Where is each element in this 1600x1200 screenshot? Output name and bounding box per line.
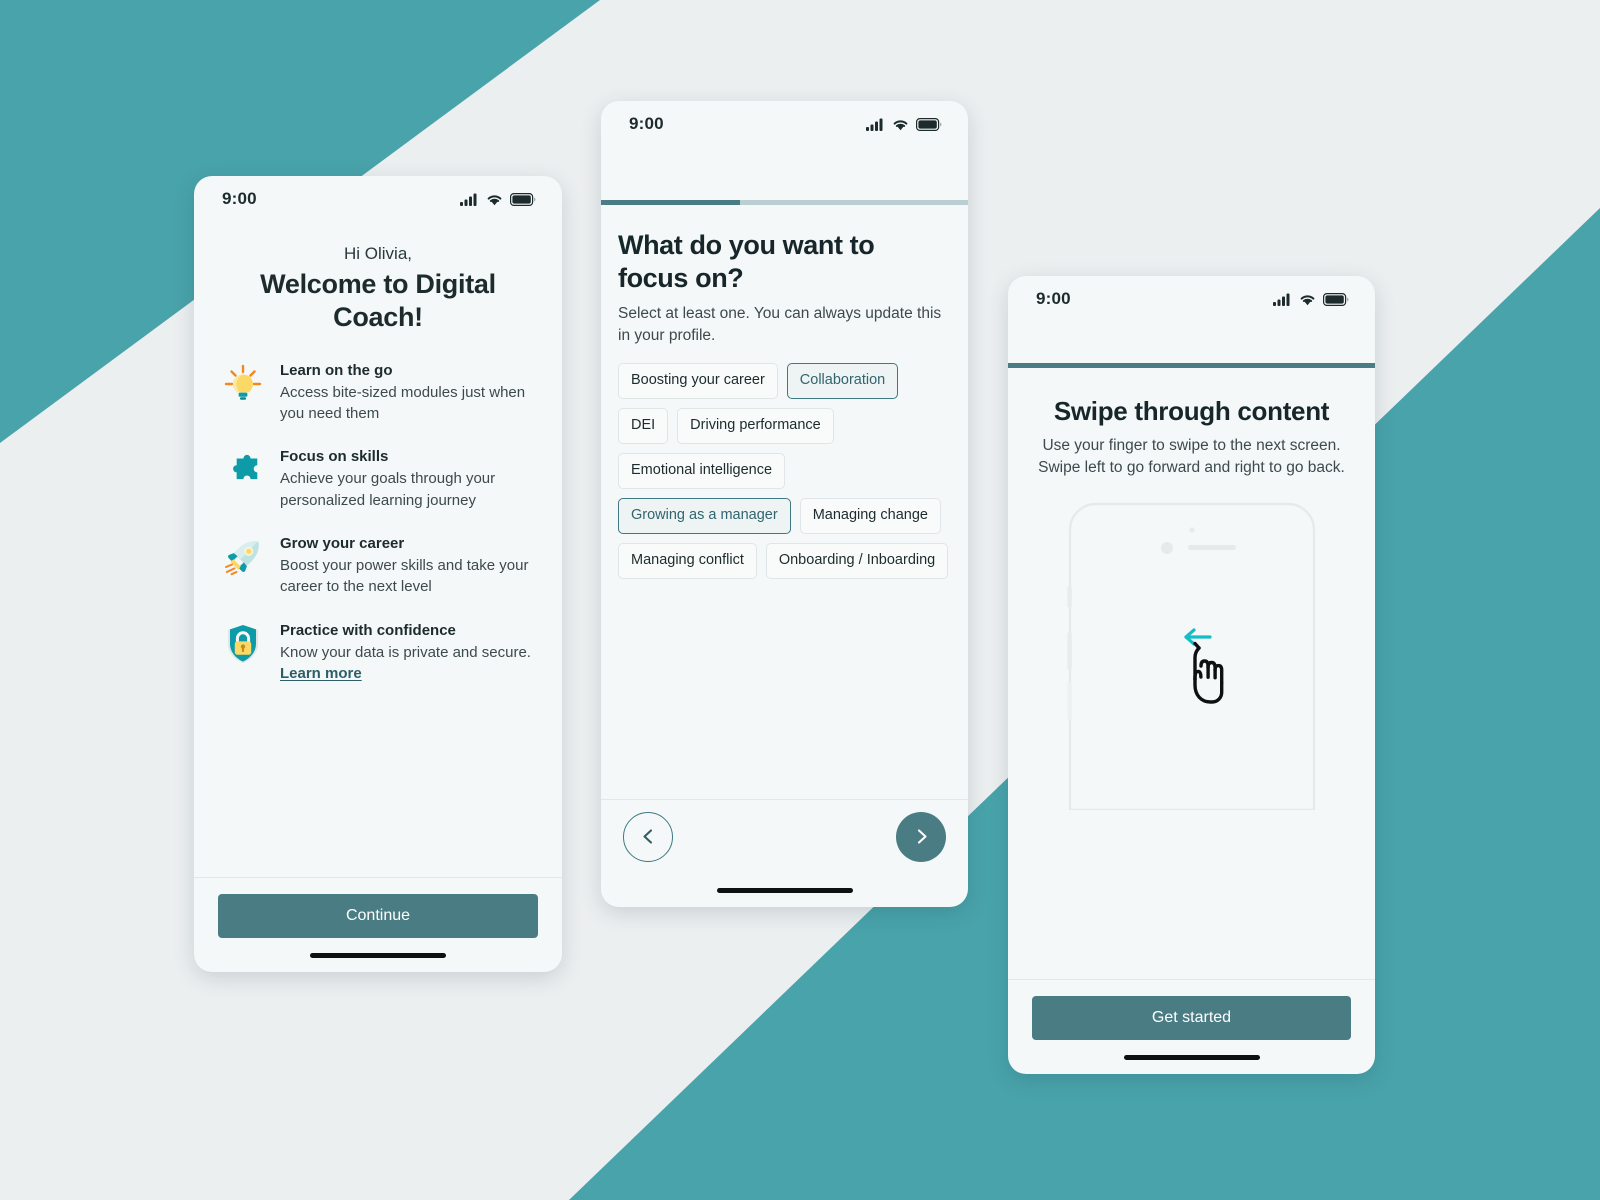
welcome-footer: Continue (194, 877, 562, 938)
feature-description: Know your data is private and secure. Le… (280, 642, 534, 685)
home-indicator-area (1008, 1040, 1375, 1074)
page-title: Welcome to Digital Coach! (260, 269, 496, 332)
focus-topic-chip[interactable]: Collaboration (786, 362, 899, 399)
rocket-icon (222, 533, 264, 581)
feature-item-learn-on-the-go: Learn on the go Access bite-sized module… (222, 360, 534, 425)
focus-topic-chip[interactable]: Emotional intelligence (618, 452, 786, 489)
focus-topic-chip[interactable]: Growing as a manager (618, 497, 791, 534)
focus-topic-chip[interactable]: DEI (618, 407, 669, 444)
home-indicator-area (601, 873, 968, 907)
status-time: 9:00 (1036, 289, 1071, 308)
signal-bars-icon (460, 193, 477, 206)
get-started-button[interactable]: Get started (1032, 996, 1351, 1040)
chevron-left-icon (642, 829, 652, 844)
phone-outline-icon (1066, 502, 1315, 812)
status-icon-group (1273, 292, 1349, 306)
focus-topic-chip[interactable]: Managing change (799, 497, 941, 534)
feature-title: Learn on the go (280, 361, 393, 379)
page-subtitle: Use your finger to swipe to the next scr… (1038, 437, 1345, 477)
focus-topic-chip[interactable]: Boosting your career (618, 362, 778, 399)
status-time: 9:00 (629, 114, 664, 133)
feature-title: Grow your career (280, 535, 405, 553)
next-button[interactable] (896, 811, 946, 862)
chevron-right-icon (917, 829, 927, 844)
status-icon-group (866, 117, 942, 131)
battery-full-icon (1323, 292, 1349, 306)
battery-full-icon (510, 192, 536, 206)
lightbulb-icon (222, 360, 264, 408)
continue-button[interactable]: Continue (218, 894, 538, 938)
feature-description: Access bite-sized modules just when you … (280, 383, 526, 423)
battery-full-icon (916, 117, 942, 131)
back-button[interactable] (623, 811, 673, 862)
wizard-navigation-footer (601, 799, 968, 873)
page-title: Swipe through content (1053, 396, 1330, 426)
focus-selection-content: What do you want to focus on? Select at … (601, 205, 968, 799)
signal-bars-icon (866, 118, 883, 131)
feature-description: Achieve your goals through your personal… (280, 470, 496, 509)
status-bar: 9:00 (194, 176, 562, 222)
feature-list: Learn on the go Access bite-sized module… (222, 360, 534, 684)
feature-item-practice-with-confidence: Practice with confidence Know your data … (222, 620, 534, 685)
phone-screen-welcome: 9:00 Hi Olivia, Welcome to Digital Coach… (194, 176, 562, 972)
feature-title: Practice with confidence (280, 621, 456, 639)
greeting-text: Hi Olivia, (343, 244, 412, 263)
status-icon-group (460, 192, 536, 206)
feature-title: Focus on skills (280, 448, 389, 466)
focus-topic-chip[interactable]: Managing conflict (618, 542, 757, 579)
wifi-icon (1300, 294, 1315, 305)
pointing-hand-icon (1192, 641, 1223, 704)
feature-description-text: Know your data is private and secure. (280, 643, 531, 661)
welcome-content: Hi Olivia, Welcome to Digital Coach! Lea… (194, 222, 562, 877)
swipe-gesture-illustration (1042, 500, 1342, 812)
feature-item-grow-your-career: Grow your career Boost your power skills… (222, 533, 534, 598)
signal-bars-icon (1273, 293, 1290, 306)
home-indicator[interactable] (310, 952, 446, 958)
swipe-footer: Get started (1008, 979, 1375, 1040)
home-indicator[interactable] (1123, 1054, 1260, 1060)
status-bar: 9:00 (601, 101, 968, 147)
status-time: 9:00 (222, 189, 257, 208)
swipe-tutorial-content: Swipe through content Use your finger to… (1008, 368, 1375, 979)
learn-more-link[interactable]: Learn more (280, 665, 362, 682)
header-spacer (1008, 322, 1375, 363)
header-spacer (601, 147, 968, 200)
feature-item-focus-on-skills: Focus on skills Achieve your goals throu… (222, 446, 534, 511)
wifi-icon (487, 194, 502, 205)
focus-topic-chip-group: Boosting your career Collaboration DEI Driv… (618, 362, 951, 579)
feature-description: Boost your power skills and take your ca… (280, 557, 529, 596)
shield-lock-icon (222, 620, 264, 668)
focus-topic-chip[interactable]: Driving performance (677, 407, 834, 444)
page-title: What do you want to focus on? (618, 230, 875, 293)
focus-topic-chip[interactable]: Onboarding / Inboarding (765, 542, 949, 579)
phone-screen-swipe-tutorial: 9:00 Swipe through content Use your fing… (1008, 276, 1375, 1074)
arrow-left-icon (1183, 628, 1212, 646)
page-subtitle: Select at least one. You can always upda… (618, 304, 942, 344)
status-bar: 9:00 (1008, 276, 1375, 322)
home-indicator[interactable] (716, 887, 853, 893)
home-indicator-area (194, 938, 562, 972)
phone-screen-focus-selection: 9:00 What do you want to focus on? Selec… (601, 101, 968, 907)
puzzle-piece-icon (222, 446, 264, 494)
wifi-icon (893, 119, 908, 130)
